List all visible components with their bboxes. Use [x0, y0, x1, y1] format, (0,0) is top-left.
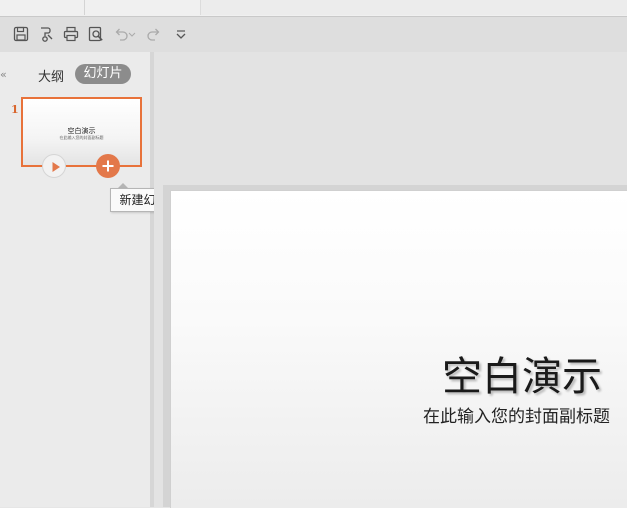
save-icon[interactable]	[12, 25, 30, 43]
print-icon[interactable]	[62, 25, 80, 43]
strip-divider	[84, 0, 85, 15]
tab-outline[interactable]: 大纲	[38, 66, 64, 85]
title-strip	[0, 0, 627, 17]
format-painter-icon[interactable]	[37, 25, 55, 43]
slide-title-placeholder[interactable]: 空白演示	[442, 344, 602, 402]
document-tab-area	[200, 0, 627, 15]
quick-access-toolbar	[0, 17, 627, 52]
undo-dropdown-icon[interactable]	[128, 25, 136, 43]
current-slide[interactable]: 空白演示 在此输入您的封面副标题	[170, 190, 627, 508]
plus-icon	[102, 160, 114, 172]
print-preview-icon[interactable]	[87, 25, 105, 43]
play-icon	[52, 162, 60, 172]
slide-number: 1	[11, 103, 19, 116]
tab-slides[interactable]: 幻灯片	[75, 64, 131, 84]
collapse-panel-icon[interactable]: «	[0, 68, 7, 81]
redo-icon[interactable]	[145, 25, 163, 43]
customize-dropdown-icon[interactable]	[172, 25, 190, 43]
slide-thumbnail[interactable]: 空白演示 在此输入您的封面副标题	[21, 97, 142, 167]
new-slide-button[interactable]	[96, 154, 120, 178]
play-slide-button[interactable]	[42, 154, 66, 178]
slide-subtitle-placeholder[interactable]: 在此输入您的封面副标题	[423, 402, 610, 427]
thumbnail-subtitle: 在此输入您的封面副标题	[59, 135, 104, 140]
